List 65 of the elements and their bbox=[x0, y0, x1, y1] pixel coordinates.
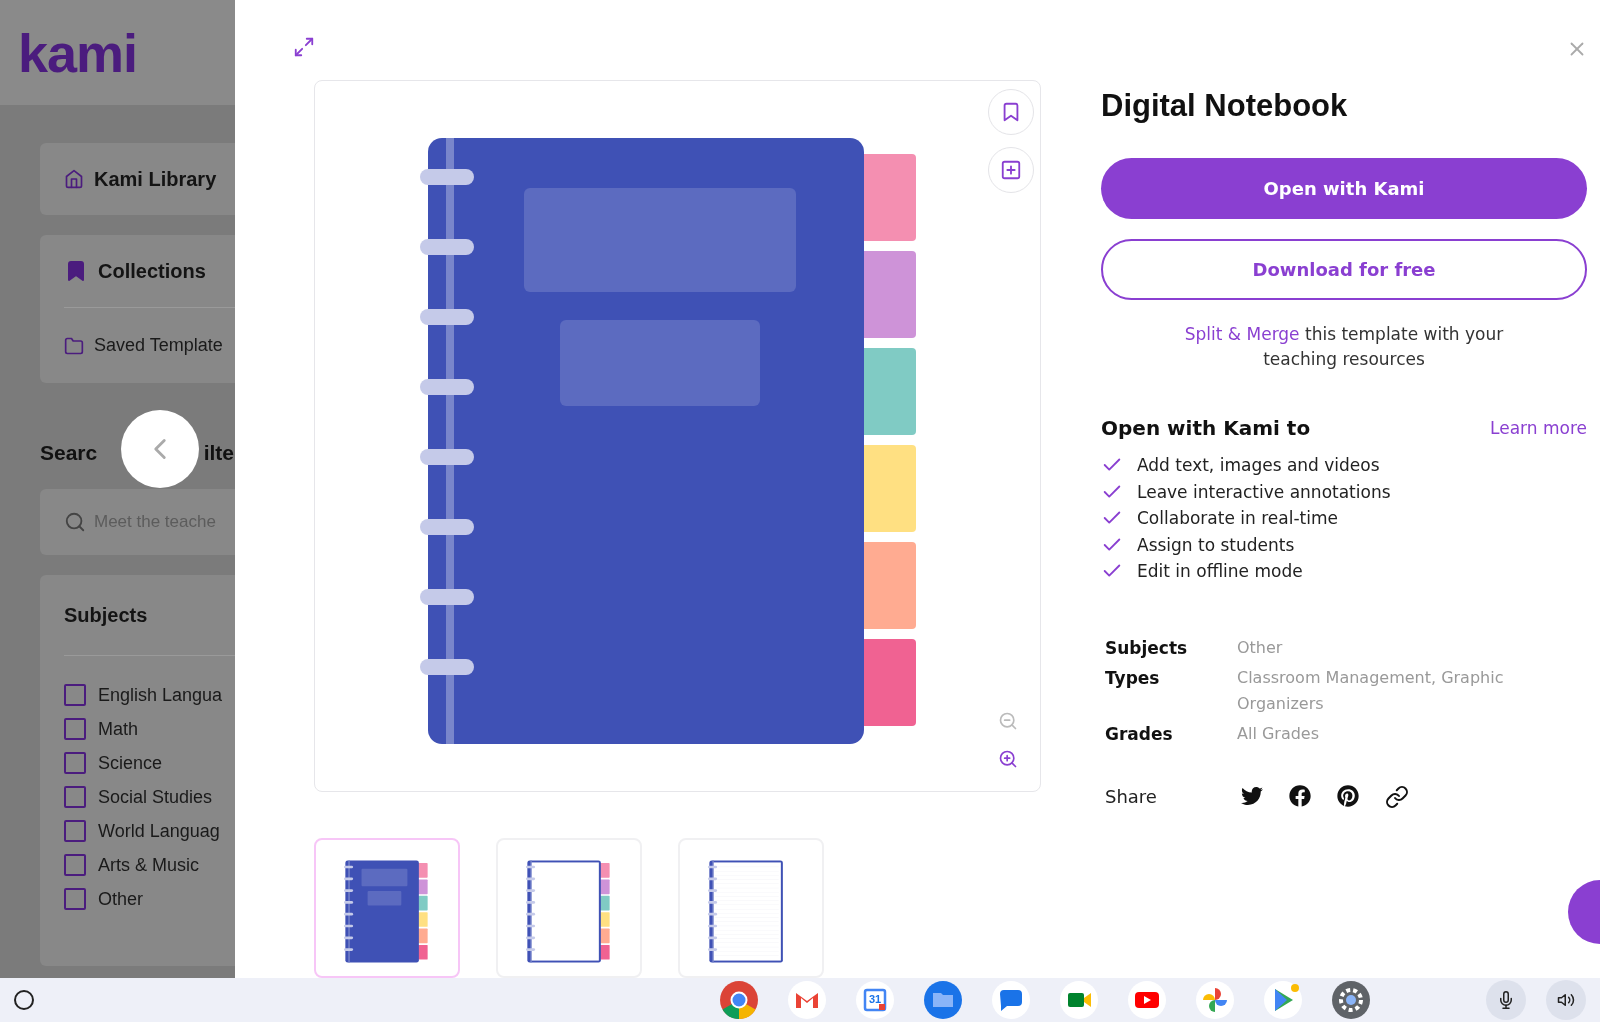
checkbox[interactable] bbox=[64, 888, 86, 910]
feature-text: Assign to students bbox=[1137, 534, 1295, 555]
home-icon bbox=[64, 169, 84, 189]
section-heading: Searc bbox=[40, 441, 98, 465]
checkbox-label: Science bbox=[98, 752, 163, 774]
feature-text: Collaborate in real-time bbox=[1137, 508, 1338, 529]
browser-icon[interactable] bbox=[719, 980, 759, 1020]
checkbox-label: Math bbox=[98, 718, 139, 740]
checkbox[interactable] bbox=[64, 684, 86, 706]
feature-text: Edit in offline mode bbox=[1137, 561, 1303, 582]
checkbox[interactable] bbox=[64, 786, 86, 808]
checkbox[interactable] bbox=[64, 752, 86, 774]
checkbox-label: World Languag bbox=[98, 820, 220, 842]
speaker-icon bbox=[1557, 991, 1575, 1009]
checkbox-label: Other bbox=[98, 888, 144, 910]
facebook-icon[interactable] bbox=[1289, 784, 1311, 807]
folder-icon[interactable] bbox=[923, 980, 963, 1020]
split-merge-link[interactable]: Split & Merge bbox=[1184, 324, 1300, 344]
search-icon bbox=[64, 511, 86, 533]
add-page-button[interactable] bbox=[988, 147, 1034, 193]
meta-label: Subjects bbox=[1104, 636, 1189, 660]
checkbox[interactable] bbox=[64, 718, 86, 740]
calendar-icon[interactable]: 31 bbox=[855, 980, 895, 1020]
subjects-title: Subjects bbox=[64, 603, 148, 627]
checkbox-label: Arts & Music bbox=[98, 854, 199, 876]
mic-icon bbox=[1497, 991, 1515, 1009]
meta-label: Types bbox=[1104, 666, 1161, 690]
page-thumbnail[interactable] bbox=[314, 838, 460, 978]
meta-value: All Grades bbox=[1237, 722, 1321, 745]
launcher-button[interactable] bbox=[14, 990, 34, 1010]
meta-value: Other bbox=[1237, 636, 1284, 659]
collections-title[interactable]: Collections bbox=[98, 259, 206, 283]
checkbox-label: Social Studies bbox=[98, 786, 213, 808]
settings-icon[interactable] bbox=[1331, 980, 1371, 1020]
checkbox[interactable] bbox=[64, 854, 86, 876]
checkbox[interactable] bbox=[64, 820, 86, 842]
meta-value: Classroom Management, Graphic Organizers bbox=[1237, 666, 1505, 715]
learn-more-link[interactable]: Learn more bbox=[1490, 418, 1587, 438]
folder-icon bbox=[64, 335, 84, 356]
meta-label: Grades bbox=[1104, 722, 1174, 746]
bird-icon[interactable] bbox=[1241, 784, 1263, 807]
features-heading: Open with Kami to bbox=[1101, 416, 1311, 440]
collection-item[interactable]: Saved Template bbox=[94, 335, 223, 356]
play-video-icon[interactable] bbox=[1127, 980, 1167, 1020]
mail-icon[interactable] bbox=[787, 980, 827, 1020]
split-merge-text: Split & Merge this template with your teaching resources bbox=[1183, 323, 1505, 371]
store-icon[interactable] bbox=[1263, 980, 1303, 1020]
zoom-in-icon[interactable] bbox=[998, 749, 1018, 769]
chat-icon[interactable] bbox=[991, 980, 1031, 1020]
share-label: Share bbox=[1104, 786, 1158, 807]
feature-text: Leave interactive annotations bbox=[1137, 481, 1391, 502]
open-button[interactable]: Open with Kami bbox=[1101, 158, 1587, 219]
mic-button[interactable] bbox=[1486, 980, 1526, 1020]
feature-text: Add text, images and videos bbox=[1137, 455, 1380, 476]
section-heading: ilte bbox=[203, 441, 234, 465]
download-button[interactable]: Download for free bbox=[1101, 239, 1587, 300]
pinwheel-icon[interactable] bbox=[1195, 980, 1235, 1020]
video-call-icon[interactable] bbox=[1059, 980, 1099, 1020]
volume-button[interactable] bbox=[1546, 980, 1586, 1020]
bookmark-button[interactable] bbox=[988, 89, 1034, 135]
checkbox-label: English Langua bbox=[98, 684, 223, 706]
template-title: Digital Notebook bbox=[1101, 88, 1349, 124]
plus-square-icon bbox=[1000, 159, 1022, 181]
link-icon[interactable] bbox=[1385, 784, 1409, 809]
pinterest-icon[interactable] bbox=[1337, 784, 1359, 807]
